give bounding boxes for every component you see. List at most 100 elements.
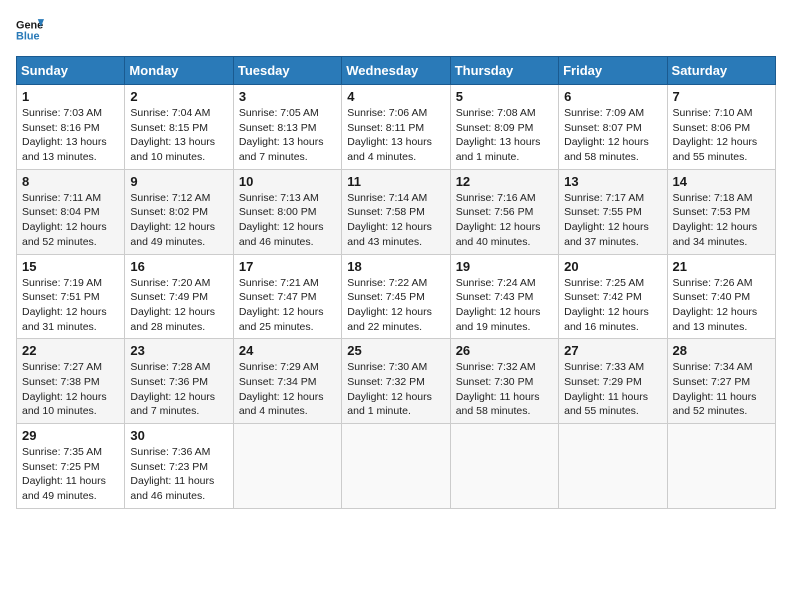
day-number: 16 bbox=[130, 259, 227, 274]
day-number: 24 bbox=[239, 343, 336, 358]
day-info: Sunrise: 7:14 AM Sunset: 7:58 PM Dayligh… bbox=[347, 191, 444, 250]
weekday-header: Thursday bbox=[450, 57, 558, 85]
day-info: Sunrise: 7:16 AM Sunset: 7:56 PM Dayligh… bbox=[456, 191, 553, 250]
calendar-cell: 29Sunrise: 7:35 AM Sunset: 7:25 PM Dayli… bbox=[17, 424, 125, 509]
day-number: 5 bbox=[456, 89, 553, 104]
calendar-cell bbox=[233, 424, 341, 509]
calendar-cell bbox=[342, 424, 450, 509]
day-info: Sunrise: 7:30 AM Sunset: 7:32 PM Dayligh… bbox=[347, 360, 444, 419]
day-number: 11 bbox=[347, 174, 444, 189]
day-number: 10 bbox=[239, 174, 336, 189]
day-info: Sunrise: 7:10 AM Sunset: 8:06 PM Dayligh… bbox=[673, 106, 770, 165]
weekday-header: Friday bbox=[559, 57, 667, 85]
day-info: Sunrise: 7:22 AM Sunset: 7:45 PM Dayligh… bbox=[347, 276, 444, 335]
day-info: Sunrise: 7:18 AM Sunset: 7:53 PM Dayligh… bbox=[673, 191, 770, 250]
calendar-cell bbox=[667, 424, 775, 509]
day-number: 23 bbox=[130, 343, 227, 358]
day-info: Sunrise: 7:05 AM Sunset: 8:13 PM Dayligh… bbox=[239, 106, 336, 165]
calendar-cell: 26 Sunrise: 7:32 AM Sunset: 7:30 PM Dayli… bbox=[450, 339, 558, 424]
day-info: Sunrise: 7:20 AM Sunset: 7:49 PM Dayligh… bbox=[130, 276, 227, 335]
calendar-cell: 27Sunrise: 7:33 AM Sunset: 7:29 PM Dayli… bbox=[559, 339, 667, 424]
weekday-header: Tuesday bbox=[233, 57, 341, 85]
day-info: Sunrise: 7:34 AM Sunset: 7:27 PM Dayligh… bbox=[673, 360, 770, 419]
weekday-header: Sunday bbox=[17, 57, 125, 85]
calendar-cell: 16 Sunrise: 7:20 AM Sunset: 7:49 PM Dayli… bbox=[125, 254, 233, 339]
calendar-cell: 6Sunrise: 7:09 AM Sunset: 8:07 PM Daylig… bbox=[559, 85, 667, 170]
calendar-cell: 11 Sunrise: 7:14 AM Sunset: 7:58 PM Dayli… bbox=[342, 169, 450, 254]
page-header: General Blue bbox=[16, 16, 776, 44]
day-number: 15 bbox=[22, 259, 119, 274]
day-number: 2 bbox=[130, 89, 227, 104]
calendar-cell: 15 Sunrise: 7:19 AM Sunset: 7:51 PM Dayli… bbox=[17, 254, 125, 339]
day-number: 6 bbox=[564, 89, 661, 104]
calendar-cell: 18 Sunrise: 7:22 AM Sunset: 7:45 PM Dayli… bbox=[342, 254, 450, 339]
calendar-table: SundayMondayTuesdayWednesdayThursdayFrid… bbox=[16, 56, 776, 509]
day-info: Sunrise: 7:12 AM Sunset: 8:02 PM Dayligh… bbox=[130, 191, 227, 250]
day-number: 14 bbox=[673, 174, 770, 189]
calendar-cell: 19Sunrise: 7:24 AM Sunset: 7:43 PM Dayli… bbox=[450, 254, 558, 339]
calendar-cell: 21 Sunrise: 7:26 AM Sunset: 7:40 PM Dayli… bbox=[667, 254, 775, 339]
calendar-cell: 1 Sunrise: 7:03 AM Sunset: 8:16 PM Daylig… bbox=[17, 85, 125, 170]
day-info: Sunrise: 7:13 AM Sunset: 8:00 PM Dayligh… bbox=[239, 191, 336, 250]
day-info: Sunrise: 7:17 AM Sunset: 7:55 PM Dayligh… bbox=[564, 191, 661, 250]
day-info: Sunrise: 7:04 AM Sunset: 8:15 PM Dayligh… bbox=[130, 106, 227, 165]
calendar-cell: 30 Sunrise: 7:36 AM Sunset: 7:23 PM Dayli… bbox=[125, 424, 233, 509]
calendar-cell: 20 Sunrise: 7:25 AM Sunset: 7:42 PM Dayli… bbox=[559, 254, 667, 339]
weekday-header: Saturday bbox=[667, 57, 775, 85]
day-number: 13 bbox=[564, 174, 661, 189]
calendar-cell: 14 Sunrise: 7:18 AM Sunset: 7:53 PM Dayli… bbox=[667, 169, 775, 254]
day-number: 30 bbox=[130, 428, 227, 443]
calendar-cell: 25 Sunrise: 7:30 AM Sunset: 7:32 PM Dayli… bbox=[342, 339, 450, 424]
day-number: 1 bbox=[22, 89, 119, 104]
day-info: Sunrise: 7:03 AM Sunset: 8:16 PM Dayligh… bbox=[22, 106, 119, 165]
calendar-cell bbox=[559, 424, 667, 509]
calendar-cell: 13 Sunrise: 7:17 AM Sunset: 7:55 PM Dayli… bbox=[559, 169, 667, 254]
day-number: 20 bbox=[564, 259, 661, 274]
day-number: 28 bbox=[673, 343, 770, 358]
weekday-header: Monday bbox=[125, 57, 233, 85]
day-info: Sunrise: 7:29 AM Sunset: 7:34 PM Dayligh… bbox=[239, 360, 336, 419]
day-info: Sunrise: 7:11 AM Sunset: 8:04 PM Dayligh… bbox=[22, 191, 119, 250]
day-number: 29 bbox=[22, 428, 119, 443]
day-number: 3 bbox=[239, 89, 336, 104]
day-number: 26 bbox=[456, 343, 553, 358]
svg-text:Blue: Blue bbox=[16, 30, 40, 42]
calendar-cell: 22 Sunrise: 7:27 AM Sunset: 7:38 PM Dayli… bbox=[17, 339, 125, 424]
day-info: Sunrise: 7:06 AM Sunset: 8:11 PM Dayligh… bbox=[347, 106, 444, 165]
day-info: Sunrise: 7:25 AM Sunset: 7:42 PM Dayligh… bbox=[564, 276, 661, 335]
day-info: Sunrise: 7:36 AM Sunset: 7:23 PM Dayligh… bbox=[130, 445, 227, 504]
day-info: Sunrise: 7:26 AM Sunset: 7:40 PM Dayligh… bbox=[673, 276, 770, 335]
day-info: Sunrise: 7:32 AM Sunset: 7:30 PM Dayligh… bbox=[456, 360, 553, 419]
calendar-cell bbox=[450, 424, 558, 509]
calendar-cell: 17Sunrise: 7:21 AM Sunset: 7:47 PM Dayli… bbox=[233, 254, 341, 339]
calendar-cell: 9 Sunrise: 7:12 AM Sunset: 8:02 PM Daylig… bbox=[125, 169, 233, 254]
day-info: Sunrise: 7:24 AM Sunset: 7:43 PM Dayligh… bbox=[456, 276, 553, 335]
calendar-cell: 28 Sunrise: 7:34 AM Sunset: 7:27 PM Dayli… bbox=[667, 339, 775, 424]
day-number: 9 bbox=[130, 174, 227, 189]
day-info: Sunrise: 7:28 AM Sunset: 7:36 PM Dayligh… bbox=[130, 360, 227, 419]
day-number: 18 bbox=[347, 259, 444, 274]
day-number: 22 bbox=[22, 343, 119, 358]
day-number: 25 bbox=[347, 343, 444, 358]
calendar-header: SundayMondayTuesdayWednesdayThursdayFrid… bbox=[17, 57, 776, 85]
day-number: 8 bbox=[22, 174, 119, 189]
calendar-cell: 5 Sunrise: 7:08 AM Sunset: 8:09 PM Daylig… bbox=[450, 85, 558, 170]
day-info: Sunrise: 7:33 AM Sunset: 7:29 PM Dayligh… bbox=[564, 360, 661, 419]
weekday-header: Wednesday bbox=[342, 57, 450, 85]
calendar-cell: 10 Sunrise: 7:13 AM Sunset: 8:00 PM Dayli… bbox=[233, 169, 341, 254]
day-number: 4 bbox=[347, 89, 444, 104]
logo: General Blue bbox=[16, 16, 44, 44]
day-number: 21 bbox=[673, 259, 770, 274]
calendar-cell: 2 Sunrise: 7:04 AM Sunset: 8:15 PM Daylig… bbox=[125, 85, 233, 170]
calendar-cell: 24 Sunrise: 7:29 AM Sunset: 7:34 PM Dayli… bbox=[233, 339, 341, 424]
calendar-body: 1 Sunrise: 7:03 AM Sunset: 8:16 PM Daylig… bbox=[17, 85, 776, 509]
day-info: Sunrise: 7:27 AM Sunset: 7:38 PM Dayligh… bbox=[22, 360, 119, 419]
logo-icon: General Blue bbox=[16, 16, 44, 44]
day-info: Sunrise: 7:08 AM Sunset: 8:09 PM Dayligh… bbox=[456, 106, 553, 165]
day-number: 12 bbox=[456, 174, 553, 189]
calendar-cell: 4 Sunrise: 7:06 AM Sunset: 8:11 PM Daylig… bbox=[342, 85, 450, 170]
day-info: Sunrise: 7:19 AM Sunset: 7:51 PM Dayligh… bbox=[22, 276, 119, 335]
calendar-cell: 7Sunrise: 7:10 AM Sunset: 8:06 PM Daylig… bbox=[667, 85, 775, 170]
calendar-cell: 23 Sunrise: 7:28 AM Sunset: 7:36 PM Dayli… bbox=[125, 339, 233, 424]
day-number: 17 bbox=[239, 259, 336, 274]
